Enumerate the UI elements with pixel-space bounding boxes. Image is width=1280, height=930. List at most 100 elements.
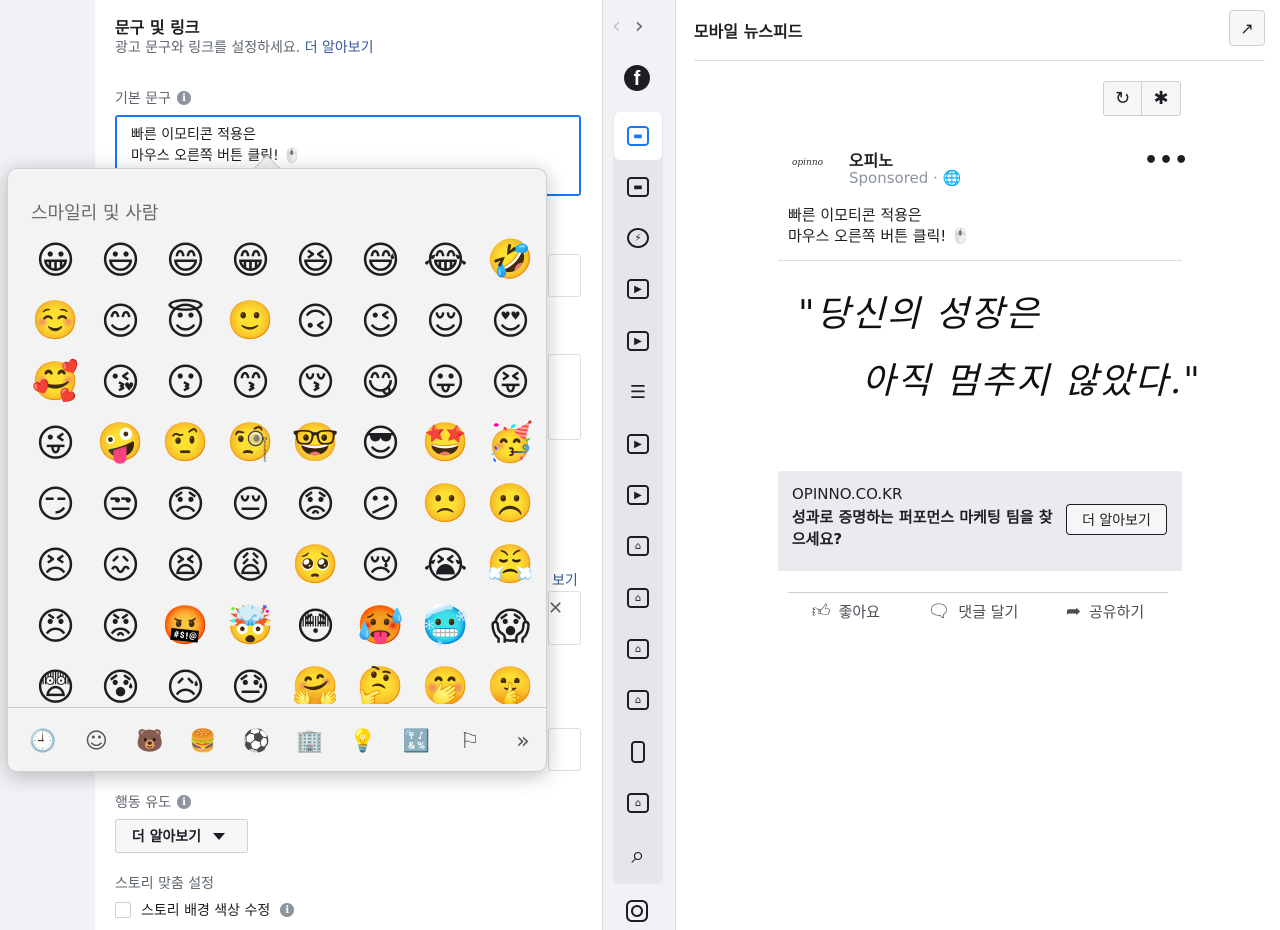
emoji-cell[interactable]: 😉: [348, 290, 413, 351]
info-icon[interactable]: i: [176, 795, 191, 809]
flags-icon[interactable]: ⚐: [455, 726, 485, 756]
emoji-cell[interactable]: 🤩: [413, 412, 478, 473]
emoji-cell[interactable]: 😩: [218, 534, 283, 595]
emoji-cell[interactable]: 😔: [218, 473, 283, 534]
emoji-cell[interactable]: 😓: [218, 656, 283, 705]
back-arrow-icon[interactable]: ‹: [612, 14, 621, 39]
emoji-cell[interactable]: 🤔: [348, 656, 413, 704]
headline-input[interactable]: [548, 254, 581, 297]
emoji-cell[interactable]: 😒: [88, 473, 153, 534]
nav-video-item-1[interactable]: ▶: [614, 265, 662, 313]
emoji-cell[interactable]: 😏: [23, 473, 88, 534]
emoji-cell[interactable]: 😙: [218, 351, 283, 412]
nav-video-item-4[interactable]: ▶: [614, 471, 662, 519]
display-link-input[interactable]: [548, 728, 581, 771]
emoji-cell[interactable]: 😀: [23, 229, 88, 290]
food-icon[interactable]: 🍔: [188, 726, 218, 756]
emoji-cell[interactable]: 😤: [478, 534, 543, 595]
emoji-cell[interactable]: 😣: [23, 534, 88, 595]
story-bg-checkbox[interactable]: [115, 902, 131, 918]
emoji-cell[interactable]: 🤪: [88, 412, 153, 473]
nav-article-item[interactable]: ☰: [614, 368, 662, 416]
emoji-cell[interactable]: 😝: [478, 351, 543, 412]
emoji-cell[interactable]: 🙂: [218, 290, 283, 351]
travel-icon[interactable]: 🏢: [295, 726, 325, 756]
nav-search-item[interactable]: ⌕: [614, 831, 662, 879]
emoji-cell[interactable]: 🥶: [413, 595, 478, 656]
cta-button[interactable]: 더 알아보기: [1066, 504, 1167, 535]
emoji-cell[interactable]: 🤯: [218, 595, 283, 656]
more-icon[interactable]: »: [508, 726, 538, 756]
emoji-cell[interactable]: ☹️: [478, 473, 543, 534]
emoji-cell[interactable]: 😢: [348, 534, 413, 595]
emoji-cell[interactable]: 🥳: [478, 412, 543, 473]
forward-arrow-icon[interactable]: ›: [635, 14, 644, 39]
emoji-cell[interactable]: 😖: [88, 534, 153, 595]
emoji-cell[interactable]: 😜: [23, 412, 88, 473]
description-input[interactable]: [548, 354, 581, 440]
emoji-cell[interactable]: 😂: [413, 229, 478, 290]
emoji-cell[interactable]: 🙃: [283, 290, 348, 351]
info-icon[interactable]: i: [280, 903, 295, 917]
emoji-cell[interactable]: 😊: [88, 290, 153, 351]
nav-marketplace-item-1[interactable]: ⌂: [614, 522, 662, 570]
emoji-cell[interactable]: 😭: [413, 534, 478, 595]
emoji-cell[interactable]: 😅: [348, 229, 413, 290]
emoji-cell[interactable]: ☺️: [23, 290, 88, 351]
emoji-cell[interactable]: 😁: [218, 229, 283, 290]
nav-marketplace-item-2[interactable]: ⌂: [614, 574, 662, 622]
url-preview-link[interactable]: 보기: [552, 570, 578, 590]
more-options-icon[interactable]: •••: [1144, 148, 1189, 173]
emoji-cell[interactable]: 😗: [153, 351, 218, 412]
share-button[interactable]: ➦ 공유하기: [1066, 600, 1144, 622]
emoji-cell[interactable]: 😥: [153, 656, 218, 705]
like-button[interactable]: 👍︎ 좋아요: [812, 600, 880, 622]
cta-dropdown[interactable]: 더 알아보기: [115, 819, 248, 853]
emoji-cell[interactable]: 😃: [88, 229, 153, 290]
emoji-cell[interactable]: 🤫: [478, 656, 543, 704]
nav-stories-item[interactable]: [614, 728, 662, 776]
nav-video-item-3[interactable]: ▶: [614, 420, 662, 468]
emoji-cell[interactable]: 😱: [478, 595, 543, 656]
emoji-cell[interactable]: 🥺: [283, 534, 348, 595]
emoji-cell[interactable]: 🥵: [348, 595, 413, 656]
facebook-icon[interactable]: f: [624, 65, 650, 91]
emoji-cell[interactable]: 😫: [153, 534, 218, 595]
report-bug-button[interactable]: ✱: [1142, 81, 1181, 116]
emoji-cell[interactable]: 😎: [348, 412, 413, 473]
smiley-icon[interactable]: ☺: [81, 726, 111, 756]
nav-video-item-2[interactable]: ▶: [614, 317, 662, 365]
nav-right-column-item[interactable]: ▬: [614, 163, 662, 211]
emoji-cell[interactable]: 😕: [348, 473, 413, 534]
instagram-icon[interactable]: [626, 900, 648, 922]
emoji-cell[interactable]: 😞: [153, 473, 218, 534]
nav-marketplace-item-4[interactable]: ⌂: [614, 676, 662, 724]
emoji-cell[interactable]: 😇: [153, 290, 218, 351]
emoji-cell[interactable]: 🙁: [413, 473, 478, 534]
page-name[interactable]: 오피노: [849, 147, 893, 171]
emoji-cell[interactable]: 🧐: [218, 412, 283, 473]
emoji-cell[interactable]: 😍: [478, 290, 543, 351]
nav-marketplace-item-3[interactable]: ⌂: [614, 625, 662, 673]
comment-button[interactable]: 🗨 댓글 달기: [928, 600, 1019, 622]
emoji-cell[interactable]: 😚: [283, 351, 348, 412]
emoji-cell[interactable]: 😄: [153, 229, 218, 290]
emoji-cell[interactable]: 🥰: [23, 351, 88, 412]
symbols-icon[interactable]: 🔣: [401, 726, 431, 756]
popout-button[interactable]: ↗: [1229, 10, 1265, 46]
nav-feed-item[interactable]: ▬: [614, 112, 662, 160]
link-card[interactable]: OPINNO.CO.KR 성과로 증명하는 퍼포먼스 마케팅 팀을 찾으세요? …: [778, 471, 1182, 571]
emoji-cell[interactable]: 😟: [283, 473, 348, 534]
emoji-cell[interactable]: 🤭: [413, 656, 478, 704]
emoji-cell[interactable]: 😛: [413, 351, 478, 412]
animal-icon[interactable]: 🐻: [135, 726, 165, 756]
emoji-cell[interactable]: 😋: [348, 351, 413, 412]
close-icon[interactable]: ✕: [548, 598, 563, 619]
activity-icon[interactable]: ⚽: [241, 726, 271, 756]
emoji-cell[interactable]: 🤓: [283, 412, 348, 473]
emoji-cell[interactable]: 😌: [413, 290, 478, 351]
emoji-cell[interactable]: 😠: [23, 595, 88, 656]
info-icon[interactable]: i: [176, 91, 191, 105]
emoji-cell[interactable]: 😳: [283, 595, 348, 656]
nav-instant-article-item[interactable]: ⚡: [614, 214, 662, 262]
